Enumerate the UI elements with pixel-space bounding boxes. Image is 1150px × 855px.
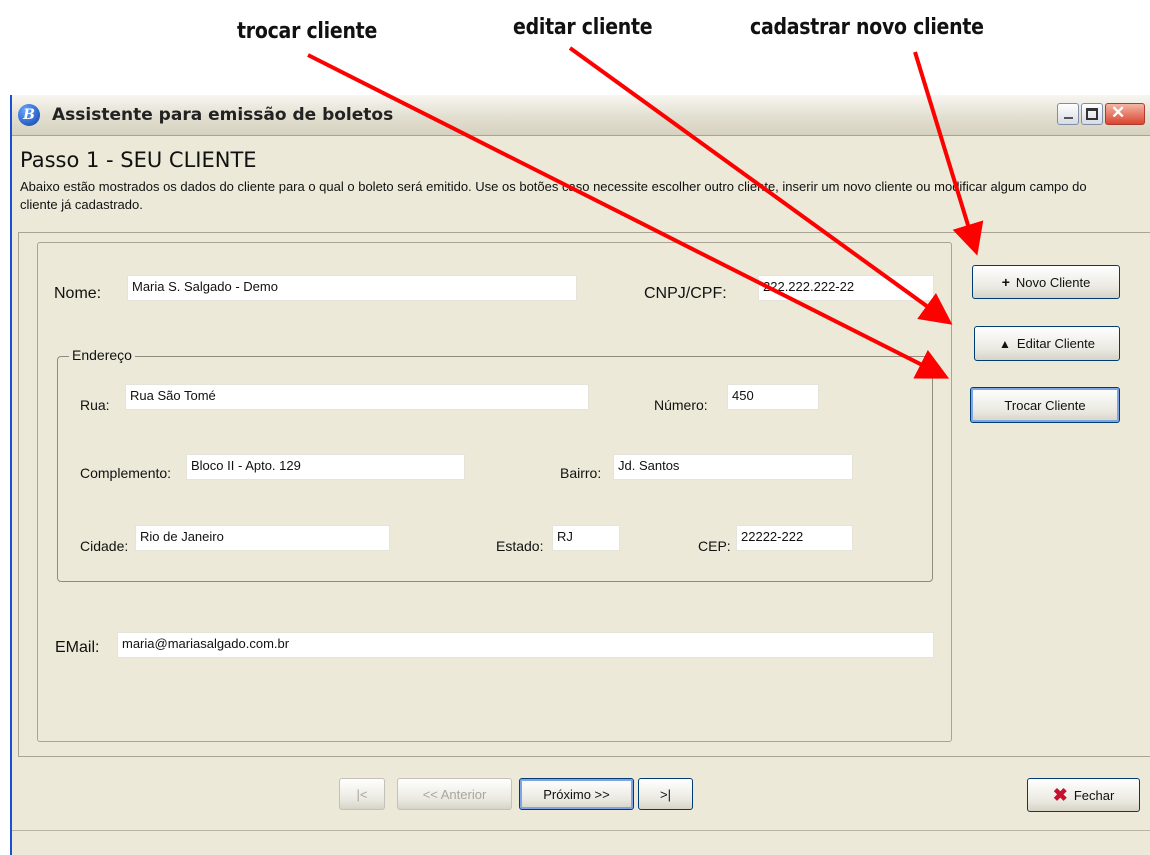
next-label: Próximo >>	[543, 786, 610, 802]
cidade-label: Cidade:	[80, 538, 129, 554]
annotation-cadastrar-novo-cliente: cadastrar novo cliente	[750, 15, 984, 40]
editar-cliente-button[interactable]: ▲ Editar Cliente	[974, 326, 1120, 361]
next-button[interactable]: Próximo >>	[519, 778, 634, 810]
app-logo-icon: B	[18, 104, 40, 126]
step-title: Passo 1 - SEU CLIENTE	[20, 148, 257, 172]
first-button[interactable]: |<	[339, 778, 385, 810]
last-label: >|	[660, 786, 671, 802]
rua-field[interactable]: Rua São Tomé	[125, 384, 589, 410]
endereco-legend: Endereço	[69, 347, 135, 363]
step-description: Abaixo estão mostrados os dados do clien…	[20, 179, 1087, 212]
numero-field[interactable]: 450	[727, 384, 819, 410]
email-label: EMail:	[55, 639, 100, 656]
novo-cliente-label: Novo Cliente	[1015, 274, 1091, 290]
wizard-window: B Assistente para emissão de boletos Pas…	[10, 95, 1150, 855]
email-field[interactable]: maria@mariasalgado.com.br	[117, 632, 934, 658]
nome-label: Nome:	[54, 285, 102, 302]
previous-label: << Anterior	[422, 786, 487, 802]
previous-button[interactable]: << Anterior	[397, 778, 512, 810]
close-window-button[interactable]	[1105, 103, 1145, 125]
numero-label: Número:	[654, 397, 708, 413]
cep-label: CEP:	[698, 538, 731, 554]
annotation-editar-cliente: editar cliente	[513, 15, 653, 40]
bairro-field[interactable]: Jd. Santos	[613, 454, 853, 480]
nome-field[interactable]: Maria S. Salgado - Demo	[127, 275, 577, 301]
title-bar[interactable]: B Assistente para emissão de boletos	[12, 95, 1150, 136]
first-label: |<	[356, 786, 368, 802]
maximize-button[interactable]	[1081, 103, 1103, 125]
editar-cliente-label: Editar Cliente	[1016, 336, 1095, 351]
cnpj-field[interactable]: 222.222.222-22	[758, 275, 934, 301]
close-x-icon: ✖	[1052, 784, 1068, 805]
annotation-trocar-cliente: trocar cliente	[237, 19, 378, 44]
bairro-label: Bairro:	[560, 465, 602, 481]
minimize-button[interactable]	[1057, 103, 1079, 125]
complemento-field[interactable]: Bloco II - Apto. 129	[186, 454, 465, 480]
fechar-label: Fechar	[1073, 787, 1115, 803]
novo-cliente-button[interactable]: + Novo Cliente	[972, 265, 1120, 299]
up-arrow-icon: ▲	[999, 336, 1011, 351]
trocar-cliente-button[interactable]: Trocar Cliente	[970, 387, 1120, 423]
rua-label: Rua:	[80, 397, 110, 413]
cep-field[interactable]: 22222-222	[736, 525, 853, 551]
last-button[interactable]: >|	[638, 778, 693, 810]
fechar-button[interactable]: ✖ Fechar	[1027, 778, 1140, 812]
status-bar	[12, 830, 1150, 855]
trocar-cliente-label: Trocar Cliente	[1004, 397, 1086, 413]
plus-icon: +	[1001, 274, 1010, 290]
estado-field[interactable]: RJ	[552, 525, 620, 551]
complemento-label: Complemento:	[80, 465, 172, 481]
cidade-field[interactable]: Rio de Janeiro	[135, 525, 390, 551]
estado-label: Estado:	[496, 538, 544, 554]
window-title: Assistente para emissão de boletos	[52, 105, 394, 125]
cnpj-label: CNPJ/CPF:	[644, 285, 727, 302]
